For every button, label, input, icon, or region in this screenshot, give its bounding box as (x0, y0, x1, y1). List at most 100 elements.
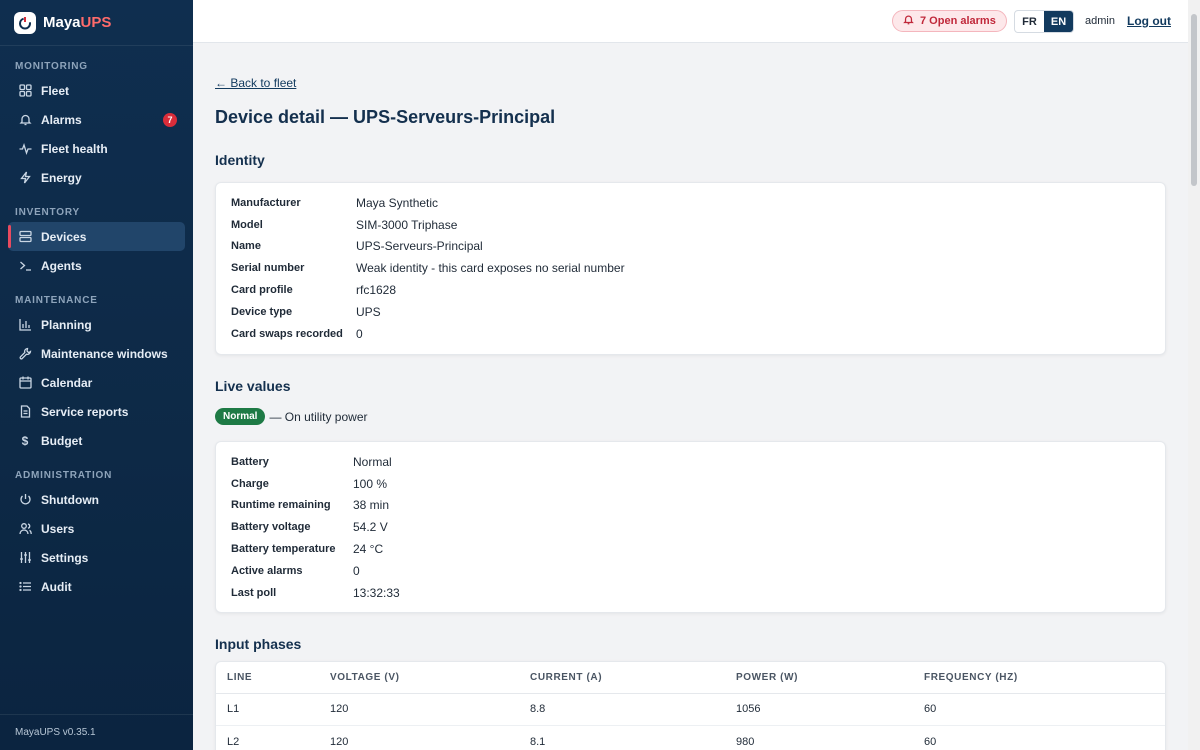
server-icon (18, 230, 32, 244)
battery-voltage-value: 54.2 V (353, 520, 388, 535)
table-cell: 1056 (725, 693, 913, 726)
status-text: — On utility power (269, 409, 368, 424)
sidebar-item-budget[interactable]: $ Budget (8, 426, 185, 455)
section-title-maintenance: MAINTENANCE (15, 295, 98, 306)
sidebar: MayaUPS MONITORING Fleet Alarms 7 Fleet … (0, 0, 193, 750)
wrench-icon (18, 347, 32, 361)
sidebar-item-fleet-health[interactable]: Fleet health (8, 134, 185, 163)
card-profile-value: rfc1628 (356, 283, 397, 298)
sidebar-item-label: Maintenance windows (41, 346, 168, 361)
identity-key: Device type (231, 305, 293, 318)
dollar-icon: $ (21, 433, 29, 448)
document-icon (18, 405, 32, 419)
live-key: Runtime remaining (231, 499, 331, 512)
lightning-icon (18, 171, 32, 185)
sidebar-item-fleet[interactable]: Fleet (8, 76, 185, 105)
live-key: Last poll (231, 586, 277, 599)
sidebar-item-maintenance-windows[interactable]: Maintenance windows (8, 339, 185, 368)
identity-heading: Identity (215, 152, 265, 168)
identity-key: Serial number (231, 262, 305, 275)
logout-link[interactable]: Log out (1127, 14, 1171, 28)
users-icon (18, 522, 32, 536)
sidebar-item-users[interactable]: Users (8, 514, 185, 543)
table-cell: 60 (913, 725, 1165, 750)
table-cell: L2 (216, 725, 319, 750)
sidebar-item-alarms[interactable]: Alarms 7 (8, 105, 185, 134)
page-title: Device detail — UPS-Serveurs-Principal (215, 107, 556, 127)
table-row: L2 120 8.1 980 60 (216, 725, 1165, 750)
sidebar-item-calendar[interactable]: Calendar (8, 368, 185, 397)
live-key: Battery voltage (231, 521, 311, 534)
sidebar-item-devices[interactable]: Devices (8, 222, 185, 251)
live-key: Battery (231, 455, 269, 468)
language-switcher: FR EN (1014, 10, 1074, 33)
section-title-administration: ADMINISTRATION (15, 470, 113, 481)
sidebar-item-label: Shutdown (41, 492, 99, 507)
live-values: Normal 100 % 38 min 54.2 V 24 °C 0 13:32… (353, 451, 400, 604)
active-alarms-value: 0 (353, 563, 360, 578)
serial-number-value: Weak identity - this card exposes no ser… (356, 261, 625, 276)
sidebar-item-label: Agents (41, 258, 82, 273)
identity-key: Name (231, 240, 261, 253)
table-cell: 120 (319, 725, 519, 750)
list-icon (18, 580, 32, 594)
card-swaps-value: 0 (356, 326, 363, 341)
live-key: Charge (231, 477, 269, 490)
live-key: Active alarms (231, 564, 303, 577)
alarm-count-badge: 7 (163, 112, 177, 127)
power-icon (18, 493, 32, 507)
input-phases-heading: Input phases (215, 636, 302, 652)
manufacturer-value: Maya Synthetic (356, 195, 439, 210)
live-key: Battery temperature (231, 543, 336, 556)
sidebar-item-audit[interactable]: Audit (8, 572, 185, 601)
sidebar-item-label: Alarms (41, 112, 82, 127)
sidebar-item-label: Fleet (41, 83, 70, 98)
calendar-icon (18, 376, 32, 390)
grid-icon (18, 84, 32, 98)
runtime-value: 38 min (353, 498, 390, 513)
sidebar-item-label: Devices (41, 229, 87, 244)
status-badge: Normal (215, 408, 266, 425)
sidebar-item-energy[interactable]: Energy (8, 163, 185, 192)
power-status: Normal — On utility power (215, 408, 368, 425)
table-cell: L1 (216, 693, 319, 726)
sidebar-item-label: Users (41, 521, 75, 536)
column-header: VOLTAGE (V) (319, 662, 519, 694)
bar-chart-icon (18, 318, 32, 332)
identity-card: Manufacturer Model Name Serial number Ca… (215, 182, 1166, 355)
section-title-monitoring: MONITORING (15, 61, 88, 72)
logo-icon (14, 11, 36, 34)
topbar: 7 Open alarms FR EN admin Log out (193, 0, 1188, 43)
open-alarms-button[interactable]: 7 Open alarms (892, 10, 1007, 32)
bell-icon (18, 113, 32, 127)
identity-key: Manufacturer (231, 196, 301, 209)
battery-value: Normal (353, 454, 392, 469)
language-en-button[interactable]: EN (1044, 11, 1073, 32)
brand-name: MayaUPS (43, 14, 112, 31)
column-header: FREQUENCY (HZ) (913, 662, 1165, 694)
identity-keys: Manufacturer Model Name Serial number Ca… (231, 192, 343, 345)
scrollbar-thumb[interactable] (1191, 14, 1197, 186)
column-header: POWER (W) (725, 662, 913, 694)
bell-icon (903, 14, 914, 28)
model-value: SIM-3000 Triphase (356, 217, 458, 232)
column-header: LINE (216, 662, 319, 694)
sidebar-item-shutdown[interactable]: Shutdown (8, 485, 185, 514)
identity-values: Maya Synthetic SIM-3000 Triphase UPS-Ser… (356, 192, 625, 345)
battery-temperature-value: 24 °C (353, 542, 384, 557)
sidebar-item-planning[interactable]: Planning (8, 310, 185, 339)
language-fr-button[interactable]: FR (1015, 11, 1044, 32)
current-user: admin (1085, 15, 1115, 27)
column-header: CURRENT (A) (519, 662, 725, 694)
brand[interactable]: MayaUPS (0, 0, 193, 46)
live-keys: Battery Charge Runtime remaining Battery… (231, 451, 336, 604)
sidebar-item-agents[interactable]: Agents (8, 251, 185, 280)
terminal-icon (18, 259, 32, 273)
version-label: MayaUPS v0.35.1 (0, 714, 193, 750)
sidebar-item-settings[interactable]: Settings (8, 543, 185, 572)
sidebar-item-label: Energy (41, 170, 82, 185)
page-scrollbar[interactable] (1188, 0, 1200, 750)
sidebar-item-service-reports[interactable]: Service reports (8, 397, 185, 426)
back-to-fleet-link[interactable]: ← Back to fleet (215, 76, 296, 90)
table-cell: 980 (725, 725, 913, 750)
